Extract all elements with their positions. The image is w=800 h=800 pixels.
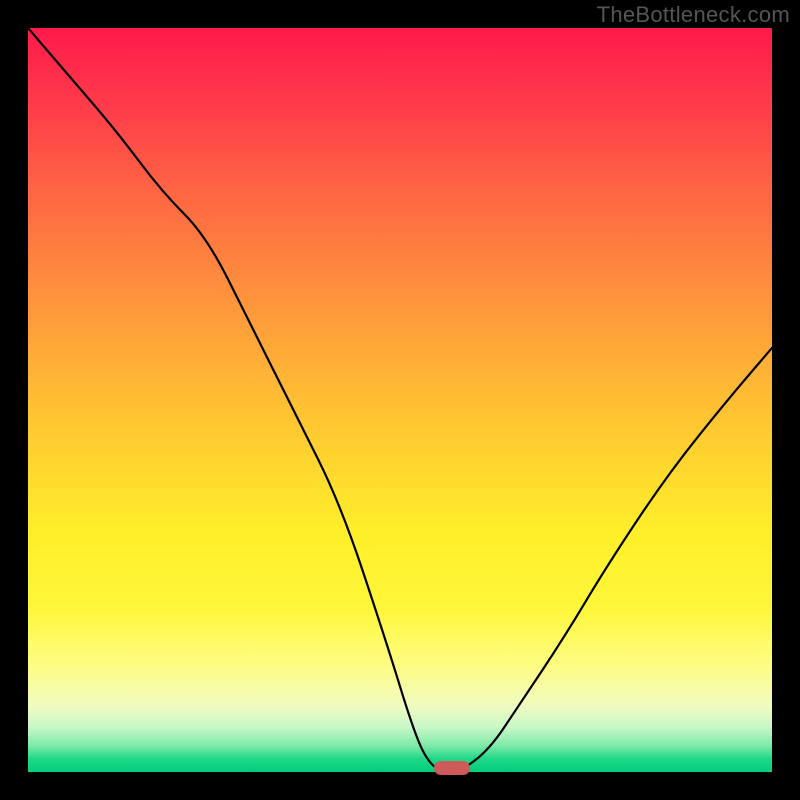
plot-area — [28, 28, 772, 772]
curve-path — [28, 28, 772, 772]
bottleneck-curve — [28, 28, 772, 772]
chart-frame: TheBottleneck.com — [0, 0, 800, 800]
watermark-text: TheBottleneck.com — [597, 2, 790, 28]
optimum-marker — [434, 761, 470, 775]
